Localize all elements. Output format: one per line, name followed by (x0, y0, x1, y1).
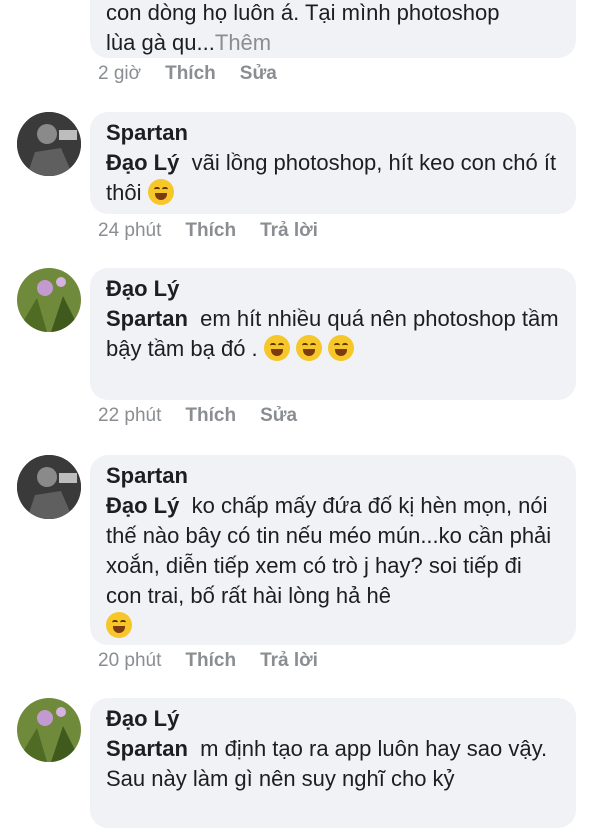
comment-bubble: Spartan Đạo Lý ko chấp mấy đứa đố kị hèn… (90, 455, 576, 645)
rofl-emoji-icon (263, 335, 290, 361)
comment-meta: 22 phút Thích Sửa (98, 405, 297, 427)
avatar[interactable] (17, 112, 81, 176)
edit-button[interactable]: Sửa (260, 405, 297, 427)
like-button[interactable]: Thích (185, 405, 236, 427)
avatar[interactable] (17, 268, 81, 332)
comment-meta: 24 phút Thích Trả lời (98, 220, 318, 242)
avatar[interactable] (17, 455, 81, 519)
rofl-emoji-icon (147, 179, 174, 205)
mention-tag[interactable]: Spartan (106, 306, 188, 331)
reply-button[interactable]: Trả lời (260, 220, 318, 242)
comment-time: 22 phút (98, 405, 162, 426)
comment-time: 2 giờ (98, 63, 142, 84)
comment-bubble: con dòng họ luôn á. Tại mình photoshop lù… (90, 0, 576, 58)
comment-bubble: Đạo Lý Spartan m định tạo ra app luôn ha… (90, 698, 576, 828)
avatar[interactable] (17, 698, 81, 762)
like-button[interactable]: Thích (185, 650, 236, 672)
like-button[interactable]: Thích (185, 220, 236, 242)
comment-meta: 20 phút Thích Trả lời (98, 650, 318, 672)
grinning-squint-emoji-icon (106, 612, 132, 638)
comment-text: con dòng họ luôn á. Tại mình photoshop lù… (106, 0, 500, 55)
comment-author[interactable]: Đạo Lý (106, 704, 560, 734)
comment-author[interactable]: Đạo Lý (106, 274, 560, 304)
comment-time: 24 phút (98, 220, 162, 241)
comment-bubble: Spartan Đạo Lý vãi lồng photoshop, hít k… (90, 112, 576, 214)
comment-time: 20 phút (98, 650, 162, 671)
mention-tag[interactable]: Đạo Lý (106, 493, 179, 518)
mention-tag[interactable]: Spartan (106, 736, 188, 761)
see-more-link[interactable]: Thêm (215, 30, 271, 55)
comment-meta: 2 giờ Thích Sửa (98, 63, 277, 85)
comment-author[interactable]: Spartan (106, 118, 560, 148)
comment-bubble: Đạo Lý Spartan em hít nhiều quá nên phot… (90, 268, 576, 400)
like-button[interactable]: Thích (165, 63, 216, 85)
edit-button[interactable]: Sửa (240, 63, 277, 85)
comment-author[interactable]: Spartan (106, 461, 560, 491)
rofl-emoji-icon (295, 335, 322, 361)
rofl-emoji-icon (328, 335, 355, 361)
mention-tag[interactable]: Đạo Lý (106, 150, 179, 175)
reply-button[interactable]: Trả lời (260, 650, 318, 672)
